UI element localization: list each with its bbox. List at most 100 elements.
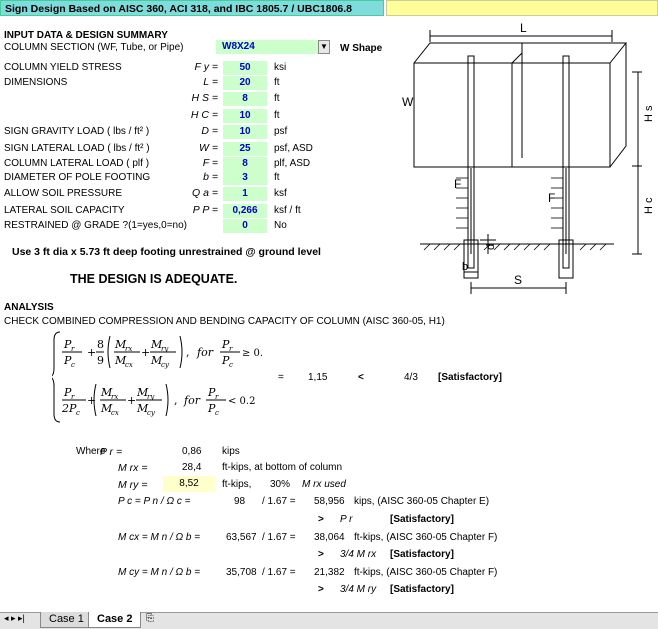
input-value[interactable]: 8 bbox=[223, 92, 267, 106]
mcy-compare: > bbox=[318, 584, 324, 595]
input-variable: H S = bbox=[191, 92, 218, 104]
column-section-select[interactable]: W8X24 bbox=[216, 40, 318, 54]
diagram-label-Hs: H s bbox=[643, 105, 655, 122]
pc-value: 98 bbox=[234, 496, 246, 507]
diagram-label-b: b bbox=[462, 261, 468, 273]
input-value[interactable]: 50 bbox=[223, 61, 267, 75]
pr-var: P r = bbox=[100, 446, 123, 458]
input-label: DIMENSIONS bbox=[4, 77, 68, 88]
equals-sign: = bbox=[278, 372, 284, 383]
mrx-value: 28,4 bbox=[182, 462, 202, 473]
mcx-divisor: / 1.67 = bbox=[262, 532, 296, 543]
input-unit: No bbox=[274, 220, 287, 231]
svg-text:rx: rx bbox=[125, 345, 132, 353]
svg-text:cx: cx bbox=[125, 361, 133, 369]
ratio-status: [Satisfactory] bbox=[438, 372, 502, 383]
mcx-value: 63,567 bbox=[226, 532, 257, 543]
mrx-var: M rx = bbox=[118, 462, 148, 474]
input-variable: H C = bbox=[190, 109, 218, 121]
mry-value[interactable]: 8,52 bbox=[163, 476, 215, 492]
diagram-label-F1: F bbox=[454, 177, 461, 191]
input-value[interactable]: 20 bbox=[223, 76, 267, 90]
shape-label: W Shape bbox=[340, 43, 383, 54]
diagram-label-d: d bbox=[485, 244, 497, 250]
mcy-var: M cy = M n / Ω b = bbox=[118, 567, 201, 578]
svg-text:ry: ry bbox=[161, 345, 169, 353]
input-value[interactable]: 3 bbox=[223, 171, 267, 185]
mry-var: M ry = bbox=[118, 479, 148, 491]
analysis-check-text: CHECK COMBINED COMPRESSION AND BENDING C… bbox=[4, 316, 445, 327]
input-label: SIGN GRAVITY LOAD ( lbs / ft² ) bbox=[4, 126, 150, 137]
input-variable: F = bbox=[202, 157, 218, 169]
sign-diagram: L W H s H c F F b d S bbox=[402, 21, 655, 294]
pr-value: 0,86 bbox=[182, 446, 202, 457]
input-variable: L = bbox=[203, 76, 218, 88]
diagram-label-S: S bbox=[514, 273, 522, 287]
lt02-text: < 0.2 bbox=[228, 396, 255, 407]
pc-divisor: / 1.67 = bbox=[262, 496, 296, 507]
svg-text:c: c bbox=[215, 409, 219, 417]
input-value[interactable]: 25 bbox=[223, 142, 267, 156]
input-value[interactable]: 10 bbox=[223, 125, 267, 139]
interaction-formula: Pr Pc + 89 Mrx Mcx + Mry Mcy , for Pr Pc… bbox=[52, 331, 262, 423]
svg-text:8: 8 bbox=[97, 338, 104, 351]
input-unit: plf, ASD bbox=[274, 158, 311, 169]
mrx-unit: ft-kips, at bottom of column bbox=[222, 462, 343, 473]
chevron-down-icon[interactable]: ▼ bbox=[318, 40, 330, 54]
diagram-label-W: W bbox=[402, 95, 414, 109]
footing-message: Use 3 ft dia x 5.73 ft deep footing unre… bbox=[12, 246, 321, 258]
mcy-result: 21,382 bbox=[314, 567, 345, 578]
tab-nav-arrows[interactable]: ◂ ▸ ▸| bbox=[4, 613, 25, 624]
pc-compare: > bbox=[318, 514, 324, 525]
mry-used: M rx used bbox=[302, 479, 346, 490]
tab-case-1[interactable]: Case 1 bbox=[40, 612, 93, 628]
tab-case-2[interactable]: Case 2 bbox=[88, 612, 142, 628]
diagram-label-F2: F bbox=[548, 191, 555, 205]
pc-result: 58,956 bbox=[314, 496, 345, 507]
sheet-title: Sign Design Based on AISC 360, ACI 318, … bbox=[0, 0, 384, 16]
pr-unit: kips bbox=[222, 446, 240, 457]
column-section-label: COLUMN SECTION (WF, Tube, or Pipe) bbox=[4, 42, 184, 53]
svg-text:,: , bbox=[174, 394, 178, 407]
diagram-label-L: L bbox=[520, 21, 527, 35]
input-unit: ft bbox=[274, 77, 280, 88]
mry-unit: ft-kips, bbox=[222, 479, 252, 490]
ge-text: ≥ 0.2 bbox=[242, 348, 262, 359]
input-value[interactable]: 0,266 bbox=[223, 204, 267, 218]
input-variable: D = bbox=[201, 125, 218, 137]
input-label: DIAMETER OF POLE FOOTING bbox=[4, 172, 151, 183]
pc-status: [Satisfactory] bbox=[390, 514, 454, 525]
input-unit: ksf / ft bbox=[274, 205, 301, 216]
mcx-var: M cx = M n / Ω b = bbox=[118, 532, 201, 543]
input-unit: psf bbox=[274, 126, 288, 137]
for-text-1: for bbox=[196, 346, 214, 359]
input-label: COLUMN LATERAL LOAD ( plf ) bbox=[4, 158, 150, 169]
input-variable: b = bbox=[203, 171, 218, 183]
mcy-divisor: / 1.67 = bbox=[262, 567, 296, 578]
input-variable: F y = bbox=[194, 61, 218, 73]
input-label: LATERAL SOIL CAPACITY bbox=[4, 205, 125, 216]
input-unit: ft bbox=[274, 172, 280, 183]
input-value[interactable]: 1 bbox=[223, 187, 267, 201]
analysis-header: ANALYSIS bbox=[4, 302, 54, 313]
input-variable: P P = bbox=[192, 204, 218, 216]
diagram-label-Hc: H c bbox=[643, 197, 655, 214]
ratio-value: 1,15 bbox=[308, 372, 328, 383]
mcy-unit: ft-kips, (AISC 360-05 Chapter F) bbox=[354, 567, 498, 578]
mcy-value: 35,708 bbox=[226, 567, 257, 578]
input-label: COLUMN YIELD STRESS bbox=[4, 62, 122, 73]
input-value[interactable]: 0 bbox=[223, 219, 267, 233]
svg-text:+: + bbox=[87, 394, 96, 407]
input-unit: ksf bbox=[274, 188, 287, 199]
insert-sheet-icon[interactable]: ⎘ bbox=[146, 613, 154, 624]
input-unit: ft bbox=[274, 110, 280, 121]
input-unit: psf, ASD bbox=[274, 143, 313, 154]
input-value[interactable]: 10 bbox=[223, 109, 267, 123]
svg-text:+: + bbox=[87, 346, 96, 359]
mcx-result: 38,064 bbox=[314, 532, 345, 543]
input-variable: Q a = bbox=[192, 187, 218, 199]
input-value[interactable]: 8 bbox=[223, 157, 267, 171]
input-label: RESTRAINED @ GRADE ?(1=yes,0=no) bbox=[4, 220, 187, 231]
svg-text:9: 9 bbox=[97, 354, 104, 367]
title-filler-cell bbox=[386, 0, 658, 16]
